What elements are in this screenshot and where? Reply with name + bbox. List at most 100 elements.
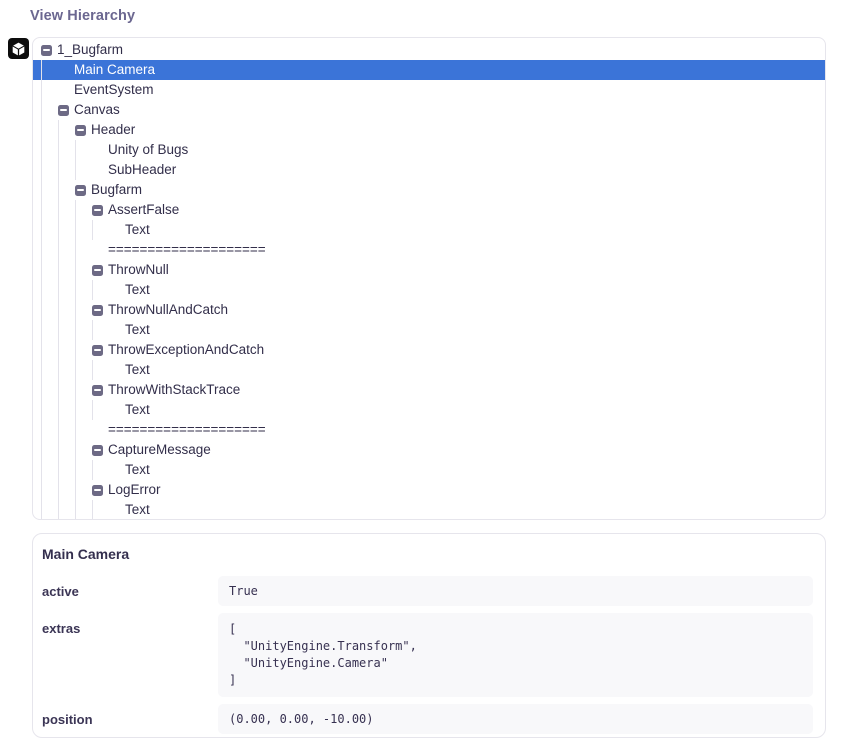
tree-item[interactable]: Text bbox=[33, 500, 825, 520]
tree-item[interactable]: Text bbox=[33, 400, 825, 420]
tree-item[interactable]: AssertFalse bbox=[33, 200, 825, 220]
indent-guide bbox=[58, 320, 75, 340]
indent-guide bbox=[58, 340, 75, 360]
indent-guide bbox=[92, 280, 109, 300]
tree-item-label: Bugfarm bbox=[91, 180, 142, 200]
collapse-icon[interactable] bbox=[58, 105, 69, 116]
collapse-icon[interactable] bbox=[92, 305, 103, 316]
tree-item[interactable]: ThrowWithStackTrace bbox=[33, 380, 825, 400]
icon-spacer bbox=[109, 230, 125, 231]
collapse-icon[interactable] bbox=[92, 265, 103, 276]
tree-item-label: CaptureMessage bbox=[108, 440, 211, 460]
tree-item[interactable]: EventSystem bbox=[33, 80, 825, 100]
indent-guide bbox=[41, 100, 58, 120]
tree-item-label: Text bbox=[125, 280, 150, 300]
tree-item-label: ThrowNull bbox=[108, 260, 169, 280]
indent-guide bbox=[41, 360, 58, 380]
indent-guide bbox=[58, 200, 75, 220]
indent-guide bbox=[58, 400, 75, 420]
property-list: activeTrueextras[ "UnityEngine.Transform… bbox=[42, 576, 813, 734]
icon-spacer bbox=[109, 370, 125, 371]
tree-item-label: Main Camera bbox=[74, 60, 155, 80]
collapse-icon[interactable] bbox=[75, 185, 86, 196]
collapse-icon[interactable] bbox=[92, 205, 103, 216]
icon-spacer bbox=[109, 330, 125, 331]
tree-item[interactable]: ==================== bbox=[33, 240, 825, 260]
indent-guide bbox=[75, 280, 92, 300]
details-title: Main Camera bbox=[42, 546, 813, 562]
icon-spacer bbox=[92, 250, 108, 251]
collapse-icon[interactable] bbox=[92, 345, 103, 356]
tree-item-label: Text bbox=[125, 220, 150, 240]
tree-item-label: AssertFalse bbox=[108, 200, 179, 220]
collapse-icon[interactable] bbox=[41, 45, 52, 56]
tree-item[interactable]: Text bbox=[33, 280, 825, 300]
tree-item-label: 1_Bugfarm bbox=[57, 40, 123, 60]
tree-item[interactable]: Text bbox=[33, 460, 825, 480]
collapse-icon[interactable] bbox=[92, 485, 103, 496]
tree-item[interactable]: Text bbox=[33, 220, 825, 240]
indent-guide bbox=[41, 300, 58, 320]
indent-guide bbox=[75, 400, 92, 420]
icon-spacer bbox=[109, 290, 125, 291]
tree-item[interactable]: Main Camera bbox=[33, 60, 825, 80]
property-value: (0.00, 0.00, -10.00) bbox=[218, 704, 813, 734]
indent-guide bbox=[75, 220, 92, 240]
indent-guide bbox=[75, 340, 92, 360]
collapse-icon[interactable] bbox=[92, 385, 103, 396]
indent-guide bbox=[58, 220, 75, 240]
collapse-icon[interactable] bbox=[75, 125, 86, 136]
tree-item[interactable]: ThrowNull bbox=[33, 260, 825, 280]
indent-guide bbox=[41, 140, 58, 160]
indent-guide bbox=[41, 180, 58, 200]
indent-guide bbox=[75, 140, 92, 160]
tree-item[interactable]: Header bbox=[33, 120, 825, 140]
property-key: position bbox=[42, 704, 218, 734]
indent-guide bbox=[92, 500, 109, 520]
indent-guide bbox=[41, 200, 58, 220]
indent-guide bbox=[75, 360, 92, 380]
view-hierarchy-page: View Hierarchy 1_BugfarmMain CameraEvent… bbox=[0, 0, 855, 750]
indent-guide bbox=[58, 280, 75, 300]
indent-guide bbox=[41, 80, 58, 100]
property-key: active bbox=[42, 576, 218, 606]
tree-item-label: LogError bbox=[108, 480, 161, 500]
indent-guide bbox=[75, 240, 92, 260]
property-value: [ "UnityEngine.Transform", "UnityEngine.… bbox=[218, 613, 813, 697]
tree-item-label: ==================== bbox=[108, 240, 266, 260]
tree-item[interactable]: Unity of Bugs bbox=[33, 140, 825, 160]
tree-item[interactable]: CaptureMessage bbox=[33, 440, 825, 460]
tree-item-label: Text bbox=[125, 460, 150, 480]
tree-item-label: Text bbox=[125, 500, 150, 520]
details-panel: Main Camera activeTrueextras[ "UnityEngi… bbox=[32, 533, 826, 738]
tree-item[interactable]: Bugfarm bbox=[33, 180, 825, 200]
tree-item[interactable]: SubHeader bbox=[33, 160, 825, 180]
indent-guide bbox=[92, 460, 109, 480]
tree-item[interactable]: Text bbox=[33, 360, 825, 380]
indent-guide bbox=[58, 360, 75, 380]
indent-guide bbox=[75, 480, 92, 500]
tree-item[interactable]: ThrowNullAndCatch bbox=[33, 300, 825, 320]
tree-item-label: Header bbox=[91, 120, 135, 140]
tree-item-label: Unity of Bugs bbox=[108, 140, 188, 160]
tree-item[interactable]: Text bbox=[33, 320, 825, 340]
indent-guide bbox=[92, 320, 109, 340]
tree-item[interactable]: ThrowExceptionAndCatch bbox=[33, 340, 825, 360]
tree-item[interactable]: 1_Bugfarm bbox=[33, 40, 825, 60]
tree-item[interactable]: ==================== bbox=[33, 420, 825, 440]
indent-guide bbox=[58, 260, 75, 280]
tree-item[interactable]: LogError bbox=[33, 480, 825, 500]
indent-guide bbox=[92, 220, 109, 240]
indent-guide bbox=[41, 500, 58, 520]
indent-guide bbox=[58, 140, 75, 160]
indent-guide bbox=[58, 420, 75, 440]
icon-spacer bbox=[92, 150, 108, 151]
indent-guide bbox=[58, 160, 75, 180]
tree-item[interactable]: Canvas bbox=[33, 100, 825, 120]
unity-logo-icon bbox=[8, 38, 29, 59]
indent-guide bbox=[58, 500, 75, 520]
collapse-icon[interactable] bbox=[92, 445, 103, 456]
icon-spacer bbox=[109, 410, 125, 411]
icon-spacer bbox=[58, 90, 74, 91]
tree-item-label: EventSystem bbox=[74, 80, 154, 100]
